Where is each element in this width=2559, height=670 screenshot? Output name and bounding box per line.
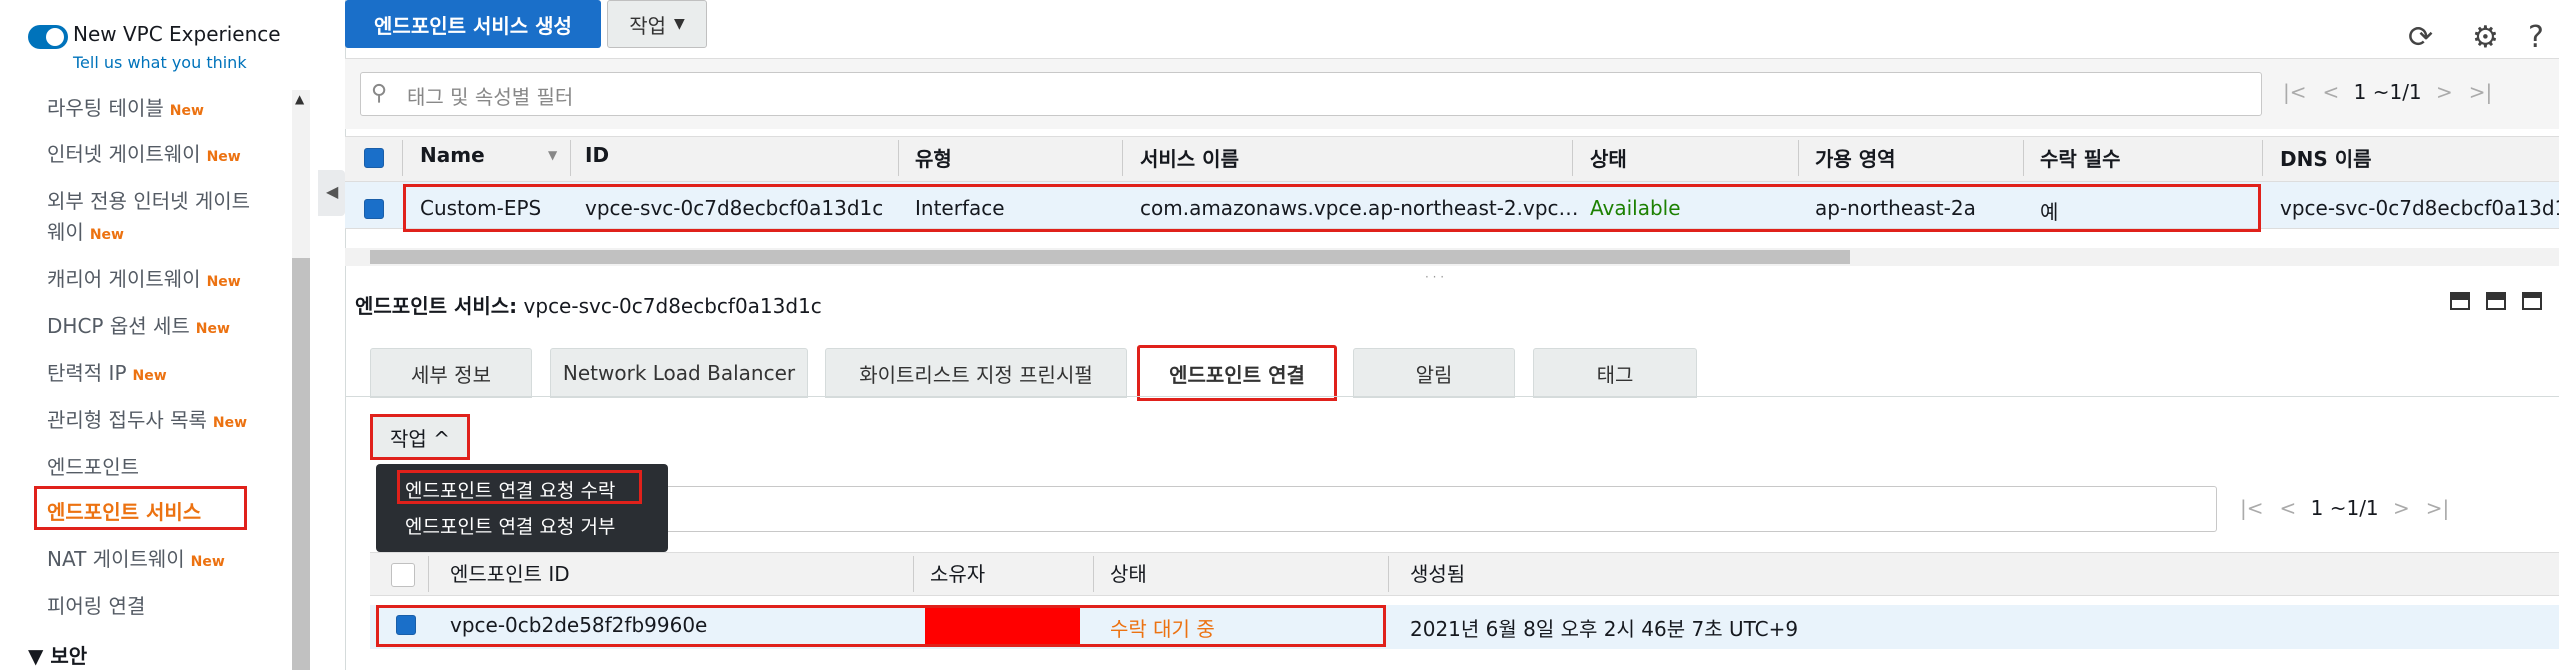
resize-handle-icon[interactable]: · · ·: [1425, 270, 1444, 284]
tab-tags[interactable]: 태그: [1533, 348, 1697, 398]
col-id[interactable]: ID: [585, 143, 609, 167]
connections-pagination: |< < 1 ~1/1 > >|: [2240, 496, 2450, 520]
menu-item-accept[interactable]: 엔드포인트 연결 요청 수락: [405, 476, 615, 503]
sidebar-scroll-thumb[interactable]: [292, 258, 310, 670]
tab-endpoint-connections[interactable]: 엔드포인트 연결: [1137, 345, 1337, 401]
sidebar-item-endpoint-services[interactable]: 엔드포인트 서비스: [47, 496, 201, 525]
detail-header: 엔드포인트 서비스: vpce-svc-0c7d8ecbcf0a13d1c: [355, 294, 822, 318]
actions-button[interactable]: 작업 ▼: [607, 0, 707, 48]
connections-actions-button[interactable]: 작업 ^: [370, 414, 470, 460]
tab-details[interactable]: 세부 정보: [370, 348, 532, 398]
cell-created: 2021년 6월 8일 오후 2시 46분 7초 UTC+9: [1410, 617, 1799, 641]
menu-item-reject[interactable]: 엔드포인트 연결 요청 거부: [405, 512, 615, 539]
layout-full-icon[interactable]: [2522, 292, 2542, 310]
chevron-left-icon: ◀: [326, 182, 339, 201]
first-page-icon[interactable]: |<: [2240, 496, 2264, 520]
tab-notifications[interactable]: 알림: [1353, 348, 1515, 398]
new-vpc-toggle[interactable]: [28, 25, 68, 49]
next-page-icon[interactable]: >: [2436, 80, 2453, 104]
connections-search-input[interactable]: [625, 486, 2217, 532]
sidebar-item-peering[interactable]: 피어링 연결: [47, 590, 145, 619]
column-separator: [428, 556, 429, 592]
pagination: |< < 1 ~1/1 > >|: [2283, 80, 2493, 104]
sort-icon[interactable]: ▼: [548, 148, 557, 162]
col-acceptance[interactable]: 수락 필수: [2040, 143, 2121, 172]
col-conn-status[interactable]: 상태: [1110, 558, 1147, 587]
sidebar-item-dhcp-options[interactable]: DHCP 옵션 세트 New: [47, 310, 230, 339]
owner-redacted: [925, 608, 1080, 644]
column-separator: [402, 140, 403, 176]
services-table-header: [345, 136, 2559, 182]
cell-status: Available: [1590, 196, 1681, 220]
col-type[interactable]: 유형: [915, 143, 952, 172]
scroll-up-icon[interactable]: ▲: [295, 92, 304, 106]
col-service-name[interactable]: 서비스 이름: [1140, 143, 1239, 172]
sidebar-item-carrier-gateways[interactable]: 캐리어 게이트웨이 New: [47, 263, 241, 292]
sidebar-section-security[interactable]: ▼ 보안: [28, 640, 87, 669]
col-owner[interactable]: 소유자: [930, 558, 985, 587]
feedback-link[interactable]: Tell us what you think: [73, 53, 247, 72]
col-name[interactable]: Name: [420, 143, 485, 167]
search-input[interactable]: ⚲ 태그 및 속성별 필터: [360, 72, 2262, 116]
prev-page-icon[interactable]: <: [2323, 80, 2340, 104]
column-separator: [2262, 140, 2263, 176]
sidebar-item-elastic-ip[interactable]: 탄력적 IP New: [47, 357, 167, 386]
tab-nlb[interactable]: Network Load Balancer: [550, 348, 808, 398]
prev-page-icon[interactable]: <: [2280, 496, 2297, 520]
column-separator: [2023, 140, 2024, 176]
row-checkbox[interactable]: [364, 199, 384, 219]
sidebar-item-egress-only-gateways[interactable]: 외부 전용 인터넷 게이트: [47, 185, 250, 214]
layout-bottom-icon[interactable]: [2450, 292, 2470, 310]
sidebar: New VPC Experience Tell us what you thin…: [0, 0, 345, 670]
column-separator: [1388, 556, 1389, 592]
select-all-connections-checkbox[interactable]: [391, 563, 415, 587]
column-separator: [1572, 140, 1573, 176]
cell-endpoint-id: vpce-0cb2de58f2fb9960e: [450, 613, 708, 637]
select-all-checkbox[interactable]: [364, 148, 384, 168]
sidebar-item-prefix-lists[interactable]: 관리형 접두사 목록 New: [47, 404, 247, 433]
cell-type: Interface: [915, 196, 1005, 220]
column-separator: [913, 556, 914, 592]
last-page-icon[interactable]: >|: [2426, 496, 2450, 520]
sidebar-item-endpoints[interactable]: 엔드포인트: [47, 451, 139, 480]
horizontal-scroll-thumb[interactable]: [370, 250, 1850, 264]
sidebar-item-egress-only-gateways-cont[interactable]: 웨이 New: [47, 216, 124, 245]
help-icon[interactable]: ?: [2528, 20, 2544, 55]
search-icon: ⚲: [371, 81, 388, 106]
column-separator: [570, 140, 571, 176]
tab-divider: [345, 396, 2559, 397]
sidebar-item-nat-gateways[interactable]: NAT 게이트웨이 New: [47, 543, 225, 572]
cell-az: ap-northeast-2a: [1815, 196, 1976, 220]
column-separator: [1798, 140, 1799, 176]
tab-whitelist[interactable]: 화이트리스트 지정 프린시펄: [825, 348, 1127, 398]
layout-split-icon[interactable]: [2486, 292, 2506, 310]
col-status[interactable]: 상태: [1590, 143, 1627, 172]
col-dns[interactable]: DNS 이름: [2280, 143, 2372, 172]
sidebar-item-route-tables[interactable]: 라우팅 테이블 New: [47, 92, 204, 121]
last-page-icon[interactable]: >|: [2469, 80, 2493, 104]
first-page-icon[interactable]: |<: [2283, 80, 2307, 104]
chevron-down-icon: ▼: [674, 16, 685, 32]
gear-icon[interactable]: ⚙: [2472, 20, 2499, 55]
cell-name: Custom-EPS: [420, 196, 542, 220]
refresh-icon[interactable]: ⟳: [2408, 20, 2433, 55]
cell-service-name: com.amazonaws.vpce.ap-northeast-2.vpc…: [1140, 196, 1579, 220]
new-vpc-experience-label: New VPC Experience: [73, 22, 281, 46]
col-endpoint-id[interactable]: 엔드포인트 ID: [450, 558, 570, 587]
col-az[interactable]: 가용 영역: [1815, 143, 1896, 172]
column-separator: [1122, 140, 1123, 176]
cell-id: vpce-svc-0c7d8ecbcf0a13d1c: [585, 196, 884, 220]
cell-conn-status: 수락 대기 중: [1110, 617, 1215, 641]
column-separator: [898, 140, 899, 176]
collapse-sidebar-button[interactable]: ◀: [318, 170, 345, 216]
cell-acceptance: 예: [2040, 200, 2059, 224]
next-page-icon[interactable]: >: [2393, 496, 2410, 520]
col-created[interactable]: 생성됨: [1410, 558, 1465, 587]
sidebar-item-internet-gateways[interactable]: 인터넷 게이트웨이 New: [47, 138, 241, 167]
cell-dns: vpce-svc-0c7d8ecbcf0a13d1c: [2280, 196, 2559, 220]
create-endpoint-service-button[interactable]: 엔드포인트 서비스 생성: [345, 0, 601, 48]
column-separator: [1093, 556, 1094, 592]
